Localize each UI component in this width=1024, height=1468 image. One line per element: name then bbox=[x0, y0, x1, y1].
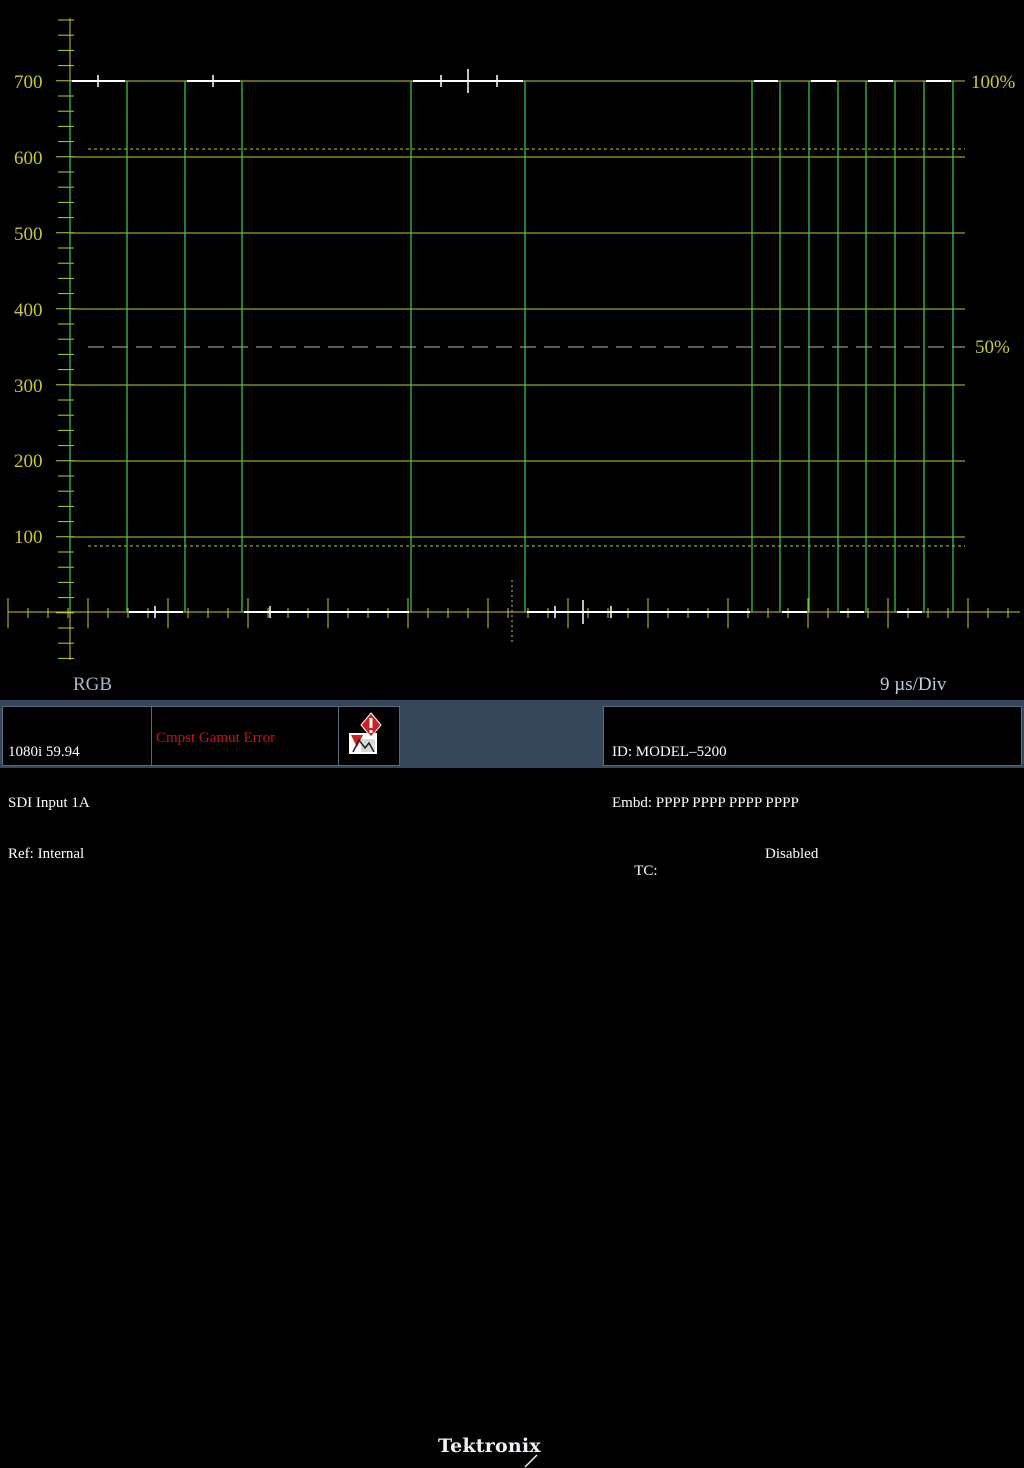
graticule bbox=[7, 18, 1020, 660]
y-label-400: 400 bbox=[14, 300, 43, 321]
y-axis-labels: 700 600 500 400 300 200 100 bbox=[14, 72, 43, 548]
id-panel: ID: MODEL–5200 Embd: PPPP PPPP PPPP PPPP… bbox=[603, 706, 1022, 879]
y-label-700: 700 bbox=[14, 72, 43, 93]
alarm-panel[interactable] bbox=[338, 706, 400, 766]
time-scale-label: 9 µs/Div bbox=[880, 674, 947, 695]
logo-swoosh bbox=[524, 1454, 538, 1468]
gamut-error-text: Cmpst Gamut Error bbox=[156, 730, 276, 746]
error-panel: Cmpst Gamut Error bbox=[151, 706, 339, 766]
format-panel: 1080i 59.94 SDI Input 1A Ref: Internal bbox=[2, 706, 152, 862]
input-source: SDI Input 1A bbox=[8, 795, 90, 811]
gamut-alarm-icon[interactable] bbox=[339, 707, 401, 767]
y-label-500: 500 bbox=[14, 224, 43, 245]
percent-label-100: 100% bbox=[971, 72, 1016, 93]
y-label-200: 200 bbox=[14, 451, 43, 472]
timecode-label: TC: bbox=[634, 863, 658, 879]
instrument-id: ID: MODEL–5200 bbox=[612, 744, 727, 760]
y-label-600: 600 bbox=[14, 148, 43, 169]
timecode-row: TC: Disabled bbox=[612, 846, 1021, 914]
embedded-audio-status: Embd: PPPP PPPP PPPP PPPP bbox=[612, 795, 799, 811]
reference-source: Ref: Internal bbox=[8, 846, 85, 862]
waveform-display: 700 600 500 400 300 200 100 100% 50% RGB… bbox=[7, 18, 1020, 695]
timecode-value: Disabled bbox=[765, 846, 819, 862]
percent-label-50: 50% bbox=[975, 337, 1010, 358]
mode-label: RGB bbox=[73, 674, 112, 695]
y-label-100: 100 bbox=[14, 527, 43, 548]
y-label-300: 300 bbox=[14, 376, 43, 397]
status-bar: 1080i 59.94 SDI Input 1A Ref: Internal C… bbox=[0, 700, 1024, 1468]
video-format: 1080i 59.94 bbox=[8, 744, 80, 760]
